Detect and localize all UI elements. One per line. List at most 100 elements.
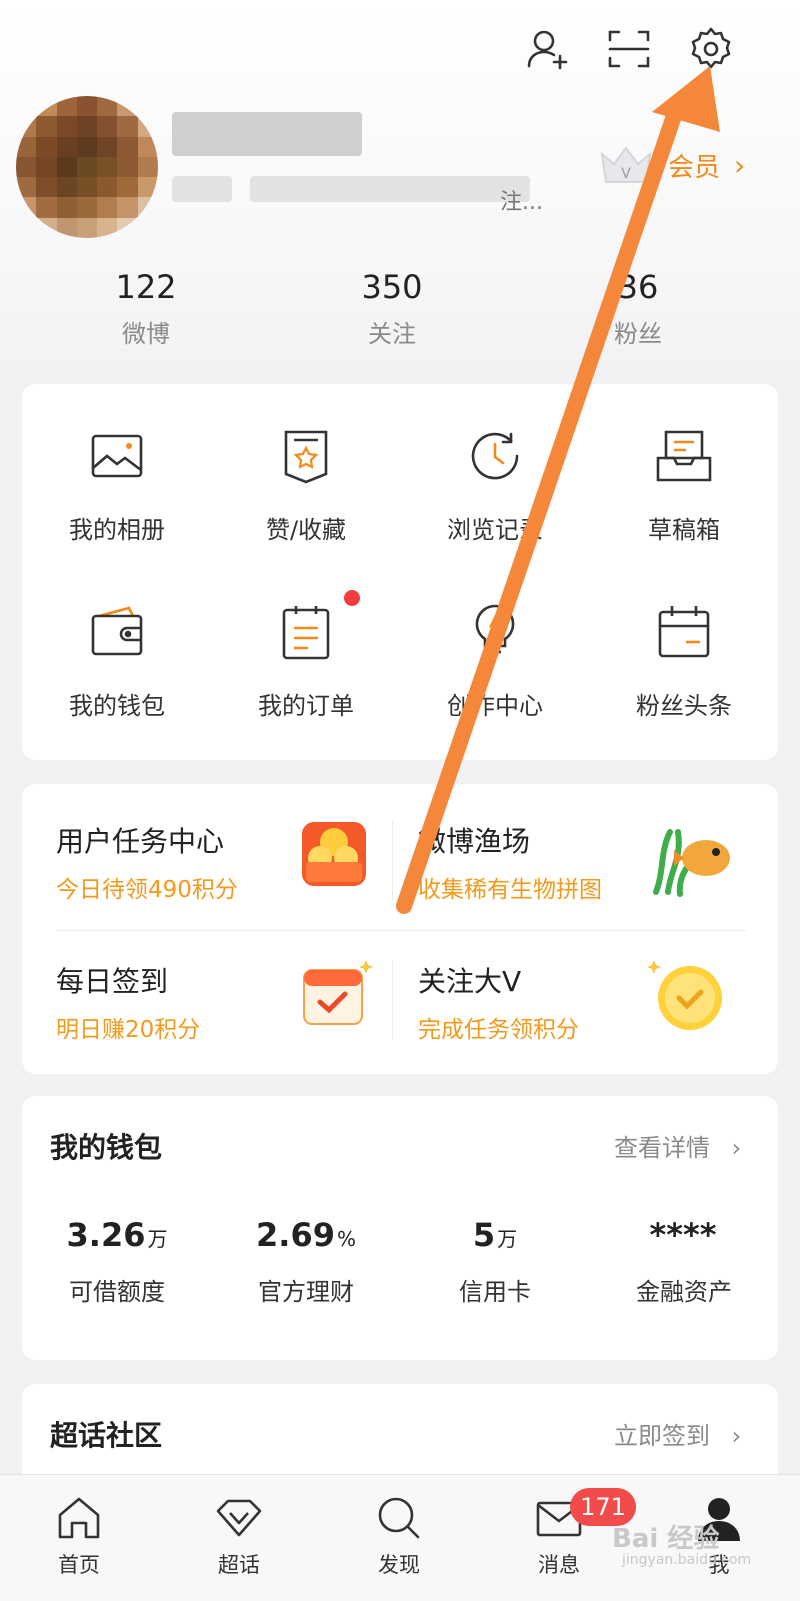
task-subtitle: 今日待领490积分 — [56, 877, 238, 903]
watermark-url: jingyan.baidu.com — [622, 1552, 752, 1568]
grid-label: 浏览记录 — [447, 516, 543, 544]
task-title: 用户任务中心 — [56, 825, 225, 858]
wallet-card: 我的钱包 查看详情 › 3.26 万 可借额度 2.69% 官方理财 5万 信用卡… — [22, 1096, 778, 1360]
wallet-title: 我的钱包 — [50, 1131, 163, 1164]
order-icon — [282, 606, 330, 660]
gear-icon[interactable] — [688, 26, 734, 72]
grid-item-album[interactable]: 我的相册 — [22, 426, 212, 545]
wallet-value: 2.69 — [256, 1216, 335, 1254]
history-icon — [471, 432, 519, 480]
vip-entry[interactable]: V 会员 › — [596, 140, 745, 190]
community-link-label: 立即签到 — [614, 1422, 710, 1450]
diamond-icon — [216, 1499, 262, 1537]
grid-label: 我的相册 — [69, 516, 165, 544]
wallet-label: 信用卡 — [459, 1278, 531, 1306]
grid-label: 粉丝头条 — [636, 692, 732, 720]
task-daily-checkin[interactable]: 每日签到 明日赚20积分 — [56, 960, 200, 1044]
vip-label: 会员 — [668, 152, 721, 183]
wallet-item-credit-card[interactable]: 5万 信用卡 — [400, 1216, 590, 1307]
grid-item-history[interactable]: 浏览记录 — [400, 426, 590, 545]
community-title: 超话社区 — [50, 1419, 163, 1452]
grid-label: 我的订单 — [258, 692, 354, 720]
avatar[interactable] — [16, 96, 158, 238]
shortcut-grid-card: 我的相册 赞/收藏 浏览记录 草稿箱 我的钱包 我的订单 创作中心 粉丝头条 — [22, 384, 778, 760]
wallet-value: **** — [649, 1216, 717, 1254]
stat-weibo[interactable]: 122 微博 — [66, 268, 226, 349]
task-subtitle: 明日赚20积分 — [56, 1017, 201, 1043]
wallet-item-assets[interactable]: **** 金融资产 — [589, 1216, 779, 1307]
wallet-unit: 万 — [147, 1227, 168, 1251]
wallet-item-finance[interactable]: 2.69% 官方理财 — [211, 1216, 401, 1307]
grid-item-creator[interactable]: 创作中心 — [400, 602, 590, 721]
stat-label: 微博 — [122, 320, 170, 348]
coin-box-icon — [302, 822, 366, 886]
stat-number: 350 — [361, 268, 423, 306]
add-friend-icon[interactable] — [524, 26, 570, 72]
grid-item-wallet[interactable]: 我的钱包 — [22, 602, 212, 721]
crown-icon: V — [600, 146, 652, 183]
home-icon — [58, 1497, 100, 1539]
tasks-card: 用户任务中心 今日待领490积分 微博渔场 收集稀有生物拼图 每日签到 明日赚2… — [22, 784, 778, 1074]
wallet-details-link[interactable]: 查看详情 › — [614, 1128, 741, 1163]
tab-label: 发现 — [378, 1553, 420, 1577]
stat-label: 关注 — [368, 320, 416, 348]
bio-tail: 注... — [500, 190, 543, 215]
bio-redacted — [172, 176, 232, 202]
divider — [392, 820, 393, 900]
notification-dot — [344, 590, 360, 606]
task-subtitle: 完成任务领积分 — [418, 1017, 579, 1043]
tab-home[interactable]: 首页 — [24, 1493, 134, 1579]
community-checkin-link[interactable]: 立即签到 › — [614, 1416, 741, 1451]
wallet-value: 5 — [472, 1216, 496, 1254]
wallet-label: 金融资产 — [636, 1278, 732, 1306]
chevron-right-icon: › — [731, 1422, 742, 1450]
task-follow-bigv[interactable]: 关注大V 完成任务领积分 — [418, 960, 579, 1044]
task-subtitle: 收集稀有生物拼图 — [418, 877, 602, 903]
wallet-label: 官方理财 — [258, 1278, 354, 1306]
drafts-icon — [656, 430, 712, 482]
task-title: 微博渔场 — [418, 825, 531, 858]
grid-item-fan-headline[interactable]: 粉丝头条 — [589, 602, 779, 721]
calendar-icon — [658, 606, 710, 658]
grid-label: 我的钱包 — [69, 692, 165, 720]
search-icon — [378, 1497, 420, 1539]
wallet-value: 3.26 — [66, 1216, 146, 1254]
chevron-right-icon: › — [734, 148, 746, 182]
wallet-unit: % — [336, 1227, 356, 1251]
task-title: 每日签到 — [56, 965, 169, 998]
wallet-unit: 万 — [497, 1227, 518, 1251]
grid-item-drafts[interactable]: 草稿箱 — [589, 426, 779, 545]
favorite-icon — [284, 430, 328, 484]
creator-icon — [475, 604, 515, 654]
bio-redacted — [250, 176, 530, 202]
stat-label: 粉丝 — [614, 320, 662, 348]
tab-discover[interactable]: 发现 — [344, 1493, 454, 1579]
album-icon — [91, 434, 143, 478]
divider — [56, 930, 746, 931]
username-redacted — [172, 112, 362, 156]
task-title: 关注大V — [418, 965, 522, 998]
stat-followers[interactable]: 36 粉丝 — [558, 268, 718, 349]
chevron-right-icon: › — [731, 1134, 742, 1162]
stat-number: 122 — [115, 268, 177, 306]
wallet-label: 可借额度 — [69, 1278, 165, 1306]
stat-following[interactable]: 350 关注 — [312, 268, 472, 349]
stat-number: 36 — [617, 268, 659, 306]
svg-text:V: V — [621, 166, 631, 182]
scan-icon[interactable] — [606, 26, 652, 72]
task-user-center[interactable]: 用户任务中心 今日待领490积分 — [56, 820, 238, 904]
tab-super-topic[interactable]: 超话 — [184, 1493, 294, 1579]
grid-label: 赞/收藏 — [265, 516, 347, 544]
grid-label: 草稿箱 — [648, 516, 720, 544]
tab-label: 首页 — [58, 1553, 100, 1577]
tab-label: 消息 — [538, 1553, 580, 1577]
grid-label: 创作中心 — [447, 692, 543, 720]
tab-label: 超话 — [218, 1553, 260, 1577]
grid-item-favorites[interactable]: 赞/收藏 — [211, 426, 401, 545]
wallet-item-credit[interactable]: 3.26 万 可借额度 — [22, 1216, 212, 1307]
grid-item-orders[interactable]: 我的订单 — [211, 602, 401, 721]
wallet-link-label: 查看详情 — [614, 1134, 710, 1162]
checkin-calendar-icon — [303, 960, 373, 1025]
divider — [392, 960, 393, 1040]
task-fishery[interactable]: 微博渔场 收集稀有生物拼图 — [418, 820, 602, 904]
